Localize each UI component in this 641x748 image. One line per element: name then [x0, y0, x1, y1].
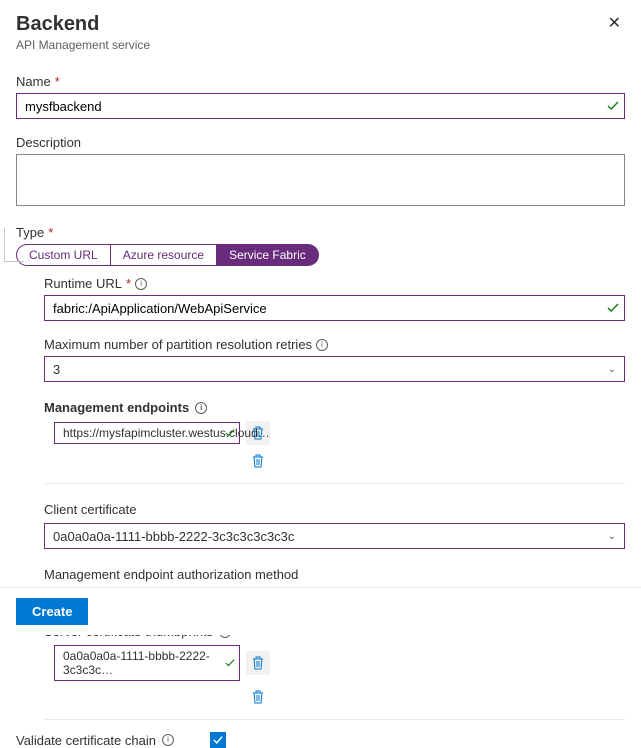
auth-method-label: Management endpoint authorization method [44, 567, 625, 582]
indent-connector [4, 228, 24, 262]
checkmark-icon [225, 428, 235, 438]
client-cert-label: Client certificate [44, 502, 625, 517]
chevron-down-icon: ⌄ [608, 531, 616, 542]
mgmt-endpoints-label: Management endpoints i [44, 400, 625, 415]
thumbprint-item[interactable]: 0a0a0a0a-1111-bbbb-2222-3c3c3c… [54, 645, 240, 681]
info-icon[interactable]: i [316, 339, 328, 351]
trash-icon [252, 656, 264, 670]
create-button[interactable]: Create [16, 598, 88, 625]
panel-title: Backend [16, 12, 150, 36]
type-option-custom-url[interactable]: Custom URL [16, 244, 110, 266]
chevron-down-icon: ⌄ [608, 364, 616, 375]
info-icon[interactable]: i [135, 278, 147, 290]
delete-endpoint-button[interactable] [246, 449, 270, 473]
validate-chain-checkbox[interactable] [210, 732, 226, 748]
trash-icon [252, 690, 264, 704]
mgmt-endpoint-item[interactable]: https://mysfapimcluster.westus.cloud… [54, 422, 240, 444]
info-icon[interactable]: i [162, 734, 174, 746]
client-cert-select[interactable]: 0a0a0a0a-1111-bbbb-2222-3c3c3c3c3c3c ⌄ [44, 523, 625, 549]
description-input[interactable] [16, 154, 625, 206]
description-label: Description [16, 135, 625, 150]
type-label: Type* [16, 225, 625, 240]
validate-chain-label: Validate certificate chain [16, 733, 156, 748]
type-selector[interactable]: Custom URL Azure resource Service Fabric [16, 244, 319, 266]
checkmark-icon [213, 735, 223, 745]
name-label: Name* [16, 74, 625, 89]
retries-label: Maximum number of partition resolution r… [44, 337, 625, 352]
runtime-url-label: Runtime URL* i [44, 276, 625, 291]
delete-thumbprint-button[interactable] [246, 651, 270, 675]
divider [44, 483, 625, 484]
type-option-azure-resource[interactable]: Azure resource [110, 244, 217, 266]
checkmark-icon [225, 658, 235, 668]
retries-select[interactable]: 3 ⌄ [44, 356, 625, 382]
delete-thumbprint-button[interactable] [246, 685, 270, 709]
type-option-service-fabric[interactable]: Service Fabric [217, 244, 319, 266]
panel-subtitle: API Management service [16, 38, 150, 52]
info-icon[interactable]: i [195, 402, 207, 414]
runtime-url-input[interactable] [44, 295, 625, 321]
divider [44, 719, 625, 720]
close-button[interactable]: ✕ [604, 12, 625, 36]
name-input[interactable] [16, 93, 625, 119]
trash-icon [252, 454, 264, 468]
